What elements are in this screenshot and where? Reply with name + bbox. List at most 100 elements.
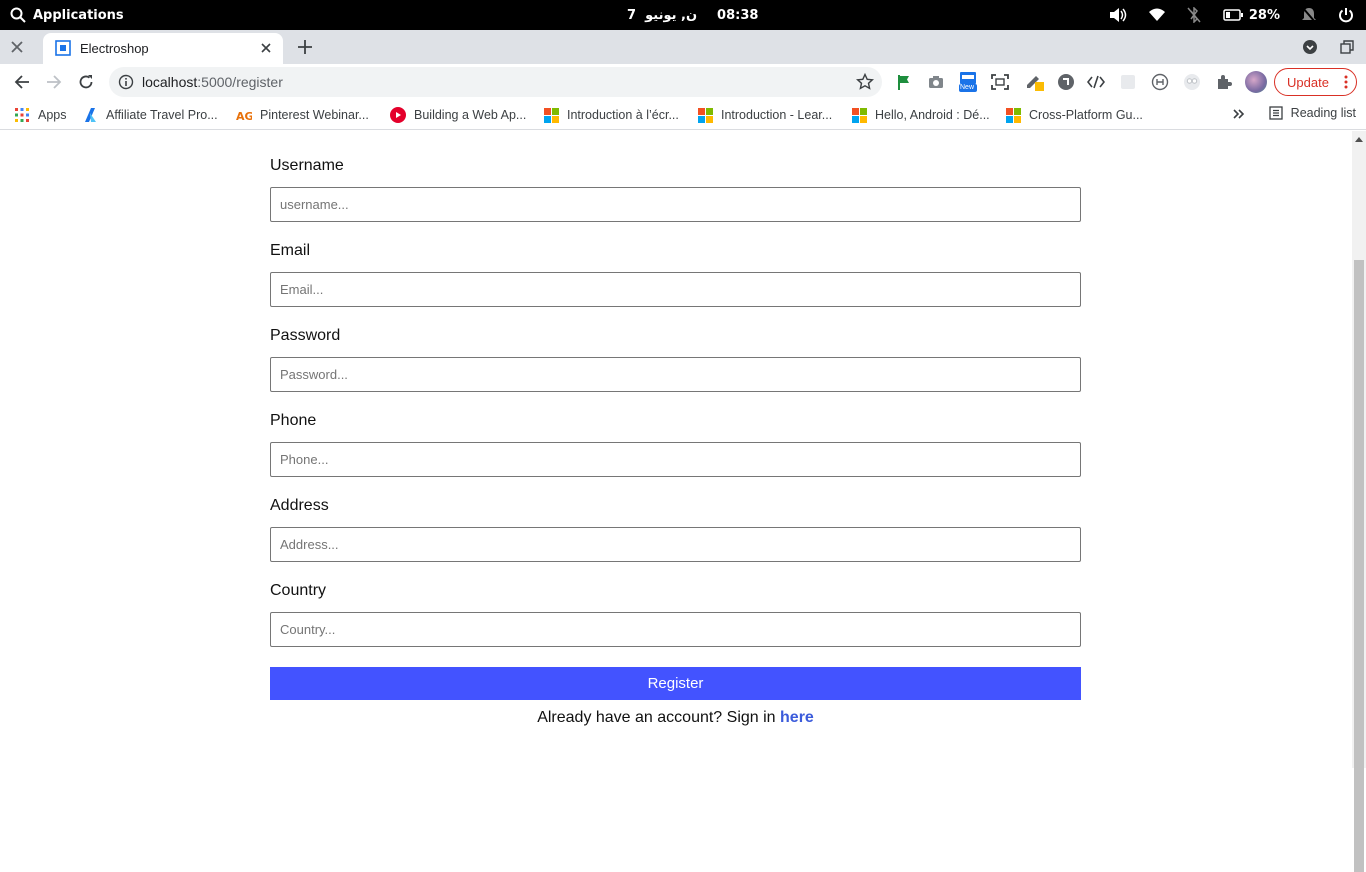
- url-path: :5000/register: [197, 74, 283, 90]
- reading-list-icon: [1269, 106, 1283, 120]
- scroll-thumb[interactable]: [1354, 260, 1364, 872]
- register-button[interactable]: Register: [270, 667, 1081, 700]
- bookmark-label: Introduction à l’écr...: [567, 108, 679, 122]
- plus-icon: [298, 40, 312, 54]
- grey-square-extension-icon[interactable]: [1118, 72, 1138, 92]
- address-input[interactable]: [270, 527, 1081, 562]
- scroll-up-arrow-icon[interactable]: [1355, 137, 1363, 142]
- bookmark-affiliate-travel[interactable]: Affiliate Travel Pro...: [82, 106, 218, 124]
- applications-label: Applications: [33, 7, 124, 23]
- url-host: localhost: [142, 74, 198, 90]
- extensions-puzzle-icon[interactable]: [1214, 72, 1234, 92]
- microsoft-icon: [1006, 107, 1021, 123]
- clock-time: 08:38: [717, 7, 759, 23]
- bookmark-introduction-learn[interactable]: Introduction - Lear...: [698, 106, 832, 124]
- username-label: Username: [270, 157, 344, 174]
- restore-window-icon[interactable]: [1340, 40, 1354, 54]
- apps-grid-icon: [15, 108, 29, 122]
- circle-g-extension-icon[interactable]: [1056, 72, 1076, 92]
- password-input[interactable]: [270, 357, 1081, 392]
- tab-electroshop[interactable]: Electroshop: [43, 33, 283, 64]
- bookmark-label: Introduction - Lear...: [721, 108, 833, 122]
- tab-strip: Electroshop: [0, 30, 1366, 64]
- signin-prompt-text: Already have an account? Sign in: [537, 709, 781, 726]
- close-icon: [261, 43, 271, 53]
- new-tab-button[interactable]: [296, 38, 314, 56]
- notifications-off-icon[interactable]: [1302, 7, 1316, 23]
- browser-toolbar: localhost:5000/register New Update: [0, 64, 1366, 100]
- phone-label: Phone: [270, 412, 317, 429]
- new-badge: New: [960, 84, 975, 91]
- page-scrollbar[interactable]: [1352, 131, 1366, 872]
- arrow-left-icon: [14, 75, 29, 89]
- country-label: Country: [270, 582, 327, 599]
- screenshot-extension-icon[interactable]: [990, 72, 1010, 92]
- os-top-bar: Applications 7 ن, يونيو 08:38 28%: [0, 0, 1366, 30]
- chevron-double-right-icon[interactable]: [1232, 107, 1246, 121]
- back-button[interactable]: [12, 72, 32, 92]
- color-picker-extension-icon[interactable]: [1024, 72, 1044, 92]
- update-label: Update: [1287, 74, 1329, 90]
- address-bar[interactable]: localhost:5000/register: [109, 67, 882, 97]
- volume-icon[interactable]: [1109, 7, 1127, 23]
- battery-icon: [1223, 9, 1243, 21]
- wifi-icon[interactable]: [1148, 8, 1165, 22]
- camera-extension-icon[interactable]: [926, 72, 946, 92]
- bookmark-apps[interactable]: Apps: [14, 106, 67, 124]
- address-label: Address: [270, 497, 329, 514]
- bookmark-hello-android[interactable]: Hello, Android : Dé...: [852, 106, 990, 124]
- bookmark-label: Building a Web Ap...: [414, 108, 527, 122]
- clock-day: 7: [627, 7, 637, 23]
- battery-percent: 28%: [1248, 7, 1280, 23]
- password-label: Password: [270, 327, 341, 344]
- forward-button[interactable]: [44, 72, 64, 92]
- ag-icon: AG: [236, 110, 252, 123]
- update-button[interactable]: Update: [1274, 68, 1357, 96]
- info-icon[interactable]: [118, 74, 134, 90]
- flag-extension-icon[interactable]: [894, 72, 914, 92]
- signin-link[interactable]: here: [780, 709, 814, 726]
- tab-close-button[interactable]: [258, 40, 274, 56]
- more-vertical-icon: [1344, 75, 1348, 89]
- microsoft-icon: [698, 107, 713, 123]
- arrow-right-icon: [47, 75, 62, 89]
- link-circle-extension-icon[interactable]: [1150, 72, 1170, 92]
- power-icon[interactable]: [1338, 7, 1354, 23]
- bookmark-cross-platform[interactable]: Cross-Platform Gu...: [1006, 106, 1143, 124]
- tab-search-icon[interactable]: [1302, 39, 1318, 55]
- email-label: Email: [270, 242, 311, 259]
- country-input[interactable]: [270, 612, 1081, 647]
- clock-weekday-month: ن, يونيو: [645, 7, 698, 23]
- bookmark-label: Apps: [38, 108, 67, 122]
- bookmark-building-web-app[interactable]: Building a Web Ap...: [390, 106, 526, 124]
- bookmark-label: Affiliate Travel Pro...: [106, 108, 218, 122]
- bookmark-label: Pinterest Webinar...: [260, 108, 369, 122]
- applications-menu[interactable]: Applications: [10, 0, 124, 30]
- bookmark-label: Hello, Android : Dé...: [875, 108, 990, 122]
- email-input[interactable]: [270, 272, 1081, 307]
- clock[interactable]: 7 ن, يونيو 08:38: [627, 0, 758, 30]
- page-content: Username Email Password Phone Address Co…: [0, 131, 1352, 768]
- reload-button[interactable]: [76, 72, 96, 92]
- code-extension-icon[interactable]: [1086, 72, 1106, 92]
- url-text[interactable]: localhost:5000/register: [142, 74, 283, 90]
- close-window-button[interactable]: [8, 38, 26, 56]
- bookmark-star-icon[interactable]: [856, 73, 874, 91]
- svg-text:AG: AG: [236, 110, 252, 123]
- battery-indicator[interactable]: 28%: [1223, 8, 1280, 23]
- profile-avatar[interactable]: [1245, 71, 1267, 93]
- bluetooth-off-icon[interactable]: [1187, 7, 1201, 23]
- reading-list-label: Reading list: [1290, 106, 1356, 120]
- owl-extension-icon[interactable]: [1182, 72, 1202, 92]
- bookmark-label: Cross-Platform Gu...: [1029, 108, 1143, 122]
- red-play-icon: [390, 107, 406, 123]
- bookmark-introduction-ecriture[interactable]: Introduction à l’écr...: [544, 106, 679, 124]
- clock-date: 7 ن, يونيو: [627, 8, 697, 23]
- affiliate-icon: [85, 108, 96, 122]
- image-extension-icon[interactable]: New: [958, 72, 978, 92]
- bookmark-pinterest-webinar[interactable]: AG Pinterest Webinar...: [236, 106, 369, 124]
- microsoft-icon: [852, 107, 867, 123]
- username-input[interactable]: [270, 187, 1081, 222]
- reading-list-button[interactable]: Reading list: [1269, 106, 1356, 120]
- phone-input[interactable]: [270, 442, 1081, 477]
